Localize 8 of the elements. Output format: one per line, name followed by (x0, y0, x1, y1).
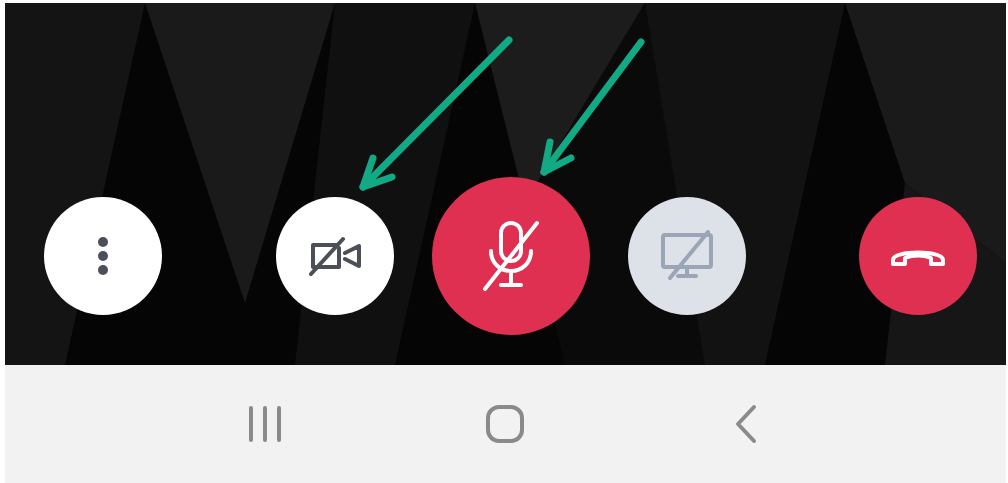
back-icon (733, 404, 758, 444)
home-button[interactable] (485, 404, 526, 444)
recent-apps-icon (247, 405, 284, 443)
back-button[interactable] (733, 404, 758, 444)
home-icon (485, 404, 526, 444)
more-icon (97, 236, 109, 276)
video-camera-off-icon (306, 236, 363, 276)
recent-apps-button[interactable] (247, 405, 284, 443)
